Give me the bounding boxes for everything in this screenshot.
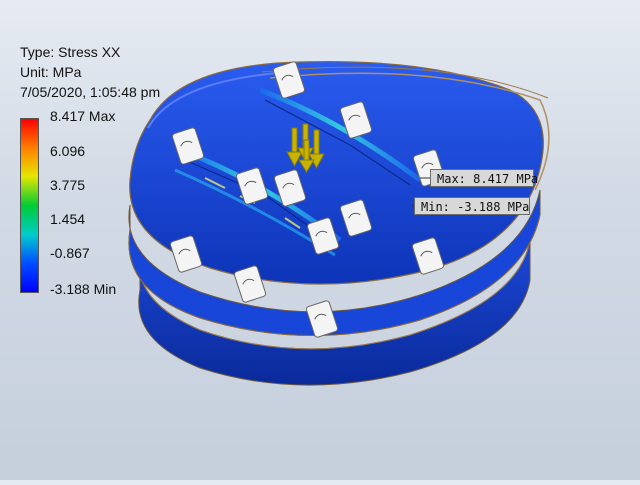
- max-probe-label[interactable]: Max: 8.417 MPa: [430, 169, 538, 187]
- color-legend-bar: [20, 118, 39, 293]
- legend-label-max: 8.417 Max: [50, 108, 116, 124]
- legend-label: 6.096: [50, 143, 86, 159]
- result-unit-label: Unit: MPa: [20, 64, 82, 80]
- result-date-label: 7/05/2020, 1:05:48 pm: [20, 84, 161, 100]
- min-probe-label[interactable]: Min: -3.188 MPa: [414, 197, 530, 215]
- result-type-label: Type: Stress XX: [20, 44, 121, 60]
- stress-model-render[interactable]: [0, 0, 640, 480]
- model-viewport[interactable]: [0, 0, 640, 480]
- legend-label: 1.454: [50, 211, 86, 227]
- legend-label: 3.775: [50, 177, 86, 193]
- legend-label: -0.867: [50, 245, 90, 261]
- legend-label-min: -3.188 Min: [50, 281, 117, 297]
